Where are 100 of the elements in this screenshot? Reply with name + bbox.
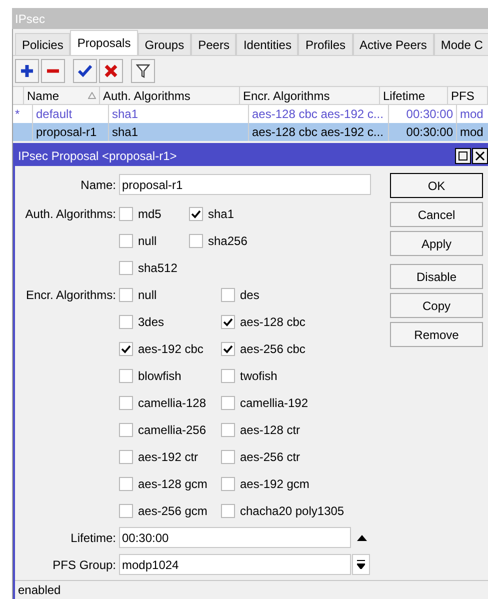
checkbox-label: aes-256 gcm	[138, 502, 208, 520]
name-field[interactable]: proposal-r1	[119, 174, 371, 195]
dialog-button[interactable]: Apply	[390, 231, 483, 256]
maximize-icon	[458, 150, 468, 160]
field-label: Name:	[80, 176, 116, 194]
checkbox-label: aes-128 ctr	[240, 422, 300, 438]
close-icon	[475, 150, 485, 160]
pfs-group-field[interactable]: modp1024	[119, 554, 351, 575]
checkmark-icon	[223, 316, 233, 326]
checkbox[interactable]	[119, 342, 133, 356]
checkbox[interactable]	[119, 368, 133, 382]
tab[interactable]: Peers	[191, 33, 236, 55]
checkbox[interactable]	[119, 422, 133, 436]
enable-button[interactable]	[73, 59, 97, 83]
checkbox[interactable]	[221, 288, 235, 302]
checkbox[interactable]	[221, 504, 235, 518]
table-cell-text: mod	[460, 106, 484, 123]
checkbox-label: aes-128 gcm	[138, 476, 208, 492]
tab[interactable]: Policies	[15, 33, 70, 55]
table-cell-text: proposal-r1	[36, 124, 97, 141]
checkbox-label: null	[138, 286, 157, 304]
checkmark-icon	[121, 344, 131, 354]
table-cell-text: 00:30:00	[406, 106, 453, 123]
checkbox[interactable]	[119, 450, 133, 464]
table-cell-text: sha1	[112, 124, 138, 141]
field-label: Encr. Algorithms:	[26, 286, 116, 304]
checkmark-icon	[191, 208, 201, 218]
checkbox-label: 3des	[138, 314, 164, 330]
plus-icon	[20, 64, 34, 78]
checkmark-icon	[78, 64, 92, 78]
checkbox-label: sha512	[138, 260, 178, 276]
dropdown-arrow-icon	[357, 560, 365, 569]
maximize-button[interactable]	[455, 148, 471, 164]
checkbox-label: aes-192 cbc	[138, 340, 204, 358]
filter-icon	[136, 64, 150, 78]
sort-icon	[88, 92, 96, 99]
checkbox-label: sha1	[208, 206, 234, 222]
column-header[interactable]: PFS	[448, 87, 488, 104]
checkbox-label: aes-256 cbc	[240, 340, 306, 358]
checkbox[interactable]	[189, 206, 203, 220]
checkbox[interactable]	[221, 422, 235, 436]
table-cell-text: aes-128 cbc aes-192 c...	[252, 124, 384, 141]
table-cell-text: 00:30:00	[406, 124, 453, 141]
column-header[interactable]: Name	[24, 87, 100, 104]
checkbox-label: camellia-192	[240, 394, 308, 412]
checkbox[interactable]	[119, 206, 133, 220]
checkbox[interactable]	[119, 314, 133, 328]
add-button[interactable]	[15, 59, 39, 83]
dialog-button[interactable]: Copy	[390, 293, 483, 318]
checkbox[interactable]	[221, 314, 235, 328]
tab[interactable]: Groups	[138, 33, 192, 55]
dialog-button[interactable]: Remove	[390, 322, 483, 347]
checkbox[interactable]	[189, 234, 203, 248]
tab[interactable]: Profiles	[298, 33, 352, 55]
checkbox[interactable]	[221, 450, 235, 464]
table-cell-text: sha1	[112, 106, 138, 123]
checkbox[interactable]	[119, 476, 133, 490]
table-cell-text: mod	[460, 124, 484, 141]
checkbox-label: aes-192 gcm	[240, 476, 310, 492]
checkbox[interactable]	[119, 260, 133, 274]
row-flag-label: *	[15, 107, 20, 121]
status-text: enabled	[18, 582, 61, 599]
checkbox[interactable]	[119, 504, 133, 518]
cross-icon	[104, 64, 118, 78]
checkbox[interactable]	[221, 342, 235, 356]
checkbox-label: blowfish	[138, 368, 182, 384]
remove-button[interactable]	[41, 59, 65, 83]
filter-button[interactable]	[131, 59, 155, 83]
checkbox[interactable]	[119, 234, 133, 248]
lifetime-field[interactable]: 00:30:00	[119, 527, 351, 548]
table-row[interactable]: proposal-r1 sha1 aes-128 cbc aes-192 c... 00:30:00 mod	[13, 123, 488, 141]
checkmark-icon	[223, 344, 233, 354]
close-button[interactable]	[472, 148, 488, 164]
column-header[interactable]: Lifetime	[380, 87, 448, 104]
dropdown-button[interactable]	[352, 554, 370, 575]
checkbox[interactable]	[221, 368, 235, 382]
checkbox-label: aes-192 ctr	[138, 448, 198, 466]
dialog-button[interactable]: Cancel	[390, 202, 483, 227]
tab[interactable]: Proposals	[70, 30, 138, 55]
tab[interactable]: Active Peers	[352, 33, 434, 55]
column-header[interactable]: Auth. Algorithms	[100, 87, 240, 104]
checkbox[interactable]	[119, 396, 133, 410]
checkbox-label: des	[240, 286, 260, 304]
field-label: PFS Group:	[52, 556, 116, 574]
checkbox[interactable]	[119, 288, 133, 302]
checkbox[interactable]	[221, 476, 235, 490]
column-header[interactable]: Encr. Algorithms	[240, 87, 380, 104]
dialog-button[interactable]: Disable	[390, 264, 483, 289]
up-triangle-icon	[357, 534, 367, 540]
checkbox-label: md5	[138, 206, 162, 222]
checkbox-label: chacha20 poly1305	[240, 502, 344, 520]
tab[interactable]: Mode C	[434, 33, 488, 55]
checkbox-label: camellia-128	[138, 394, 206, 412]
checkbox-label: aes-128 cbc	[240, 314, 306, 330]
tab[interactable]: Identities	[236, 33, 298, 55]
checkbox[interactable]	[221, 396, 235, 410]
dialog-button[interactable]: OK	[390, 173, 483, 198]
field-label: Auth. Algorithms:	[25, 206, 116, 222]
checkbox-label: null	[138, 232, 157, 250]
disable-button[interactable]	[99, 59, 123, 83]
